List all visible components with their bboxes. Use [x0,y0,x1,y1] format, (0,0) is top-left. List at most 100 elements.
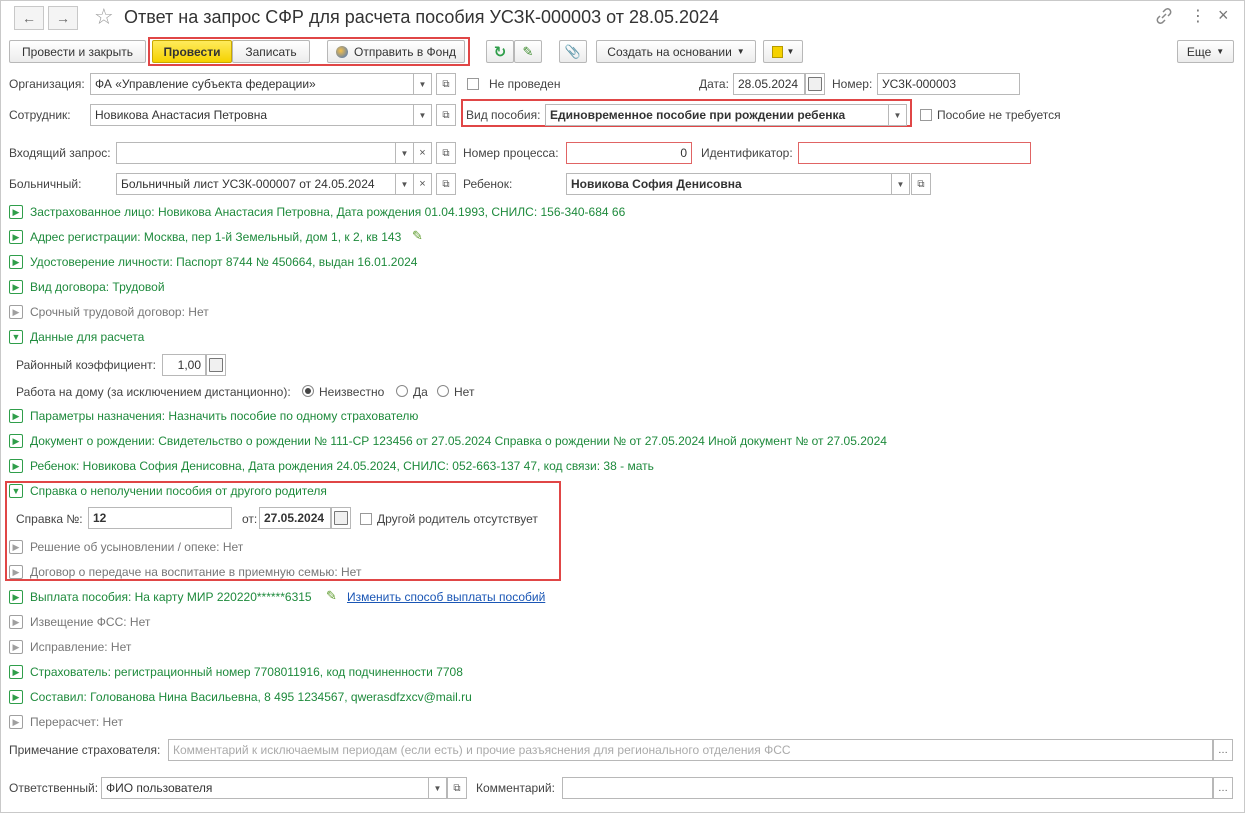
child-dropdown[interactable]: ▼ [892,173,910,195]
expand-foster-button[interactable]: ▶ [9,565,23,579]
process-field[interactable]: 0 [566,142,692,164]
org-label: Организация: [9,77,85,91]
expand-fss-notice-button[interactable]: ▶ [9,615,23,629]
incoming-dropdown[interactable]: ▼ [396,142,414,164]
sick-clear-button[interactable]: × [414,173,432,195]
foster-group-title[interactable]: Договор о передаче на воспитание в прием… [30,565,361,579]
more-button[interactable]: Еще ▼ [1177,40,1234,63]
change-payment-link[interactable]: Изменить способ выплаты пособий [347,590,545,604]
fixed-term-group-title[interactable]: Срочный трудовой договор: Нет [30,305,209,319]
employee-dropdown[interactable]: ▼ [414,104,432,126]
district-coef-calc-button[interactable] [206,354,226,376]
close-icon[interactable]: × [1218,5,1229,26]
home-work-no-radio[interactable] [437,385,449,397]
benefit-kind-field[interactable]: Единовременное пособие при рождении ребе… [545,104,889,126]
create-based-on-button[interactable]: Создать на основании ▼ [596,40,756,63]
number-field[interactable]: УС3К-000003 [877,73,1020,95]
cert-group-title[interactable]: Справка о неполучении пособия от другого… [30,484,327,498]
post-button[interactable]: Провести [152,40,232,63]
responsible-dropdown[interactable]: ▼ [429,777,447,799]
expand-insurer-button[interactable]: ▶ [9,665,23,679]
employee-open-button[interactable]: ⧉ [436,104,456,126]
sick-open-button[interactable]: ⧉ [436,173,456,195]
expand-correction-button[interactable]: ▶ [9,640,23,654]
refresh-button[interactable]: ↻ [486,40,514,63]
post-and-close-button[interactable]: Провести и закрыть [9,40,146,63]
home-work-unknown-radio[interactable] [302,385,314,397]
sick-dropdown[interactable]: ▼ [396,173,414,195]
correction-group-title[interactable]: Исправление: Нет [30,640,131,654]
attach-button[interactable]: 📎 [559,40,587,63]
org-dropdown[interactable]: ▼ [414,73,432,95]
identifier-field[interactable] [798,142,1031,164]
note-field[interactable]: Комментарий к исключаемым периодам (если… [168,739,1213,761]
comment-field[interactable] [562,777,1213,799]
edit-button[interactable]: ✎ [514,40,542,63]
org-open-button[interactable]: ⧉ [436,73,456,95]
send-to-fund-button[interactable]: Отправить в Фонд [327,40,465,63]
author-group-title[interactable]: Составил: Голованова Нина Васильевна, 8 … [30,690,472,704]
expand-adoption-button[interactable]: ▶ [9,540,23,554]
benefit-kind-dropdown[interactable]: ▼ [889,104,907,126]
link-icon[interactable] [1156,8,1172,27]
chevron-right-icon: ▶ [12,566,20,577]
collapse-cert-button[interactable]: ▼ [9,484,23,498]
id-doc-group-title[interactable]: Удостоверение личности: Паспорт 8744 № 4… [30,255,417,269]
forward-button[interactable]: → [48,6,78,30]
date-field[interactable]: 28.05.2024 [733,73,805,95]
expand-fixed-term-button[interactable]: ▶ [9,305,23,319]
expand-author-button[interactable]: ▶ [9,690,23,704]
child-open-button[interactable]: ⧉ [911,173,931,195]
employee-field[interactable]: Новикова Анастасия Петровна [90,104,414,126]
edit-payment-icon[interactable]: ✎ [326,588,337,604]
incoming-open-button[interactable]: ⧉ [436,142,456,164]
payment-group-title[interactable]: Выплата пособия: На карту МИР 220220****… [30,590,312,604]
collapse-calc-data-button[interactable]: ▼ [9,330,23,344]
more-menu-icon[interactable]: ⋮ [1190,6,1206,26]
incoming-clear-button[interactable]: × [414,142,432,164]
params-group-title[interactable]: Параметры назначения: Назначить пособие … [30,409,418,423]
expand-recalc-button[interactable]: ▶ [9,715,23,729]
responsible-open-button[interactable]: ⧉ [447,777,467,799]
date-calendar-button[interactable] [805,73,825,95]
child-field[interactable]: Новикова София Денисовна [566,173,892,195]
district-coef-field[interactable]: 1,00 [162,354,206,376]
benefit-not-required-checkbox[interactable] [920,109,932,121]
expand-params-button[interactable]: ▶ [9,409,23,423]
fss-notice-group-title[interactable]: Извещение ФСС: Нет [30,615,150,629]
comment-expand-button[interactable]: … [1213,777,1233,799]
open-icon: ⧉ [442,147,450,159]
expand-payment-button[interactable]: ▶ [9,590,23,604]
adoption-group-title[interactable]: Решение об усыновлении / опеке: Нет [30,540,243,554]
org-field[interactable]: ФА «Управление субъекта федерации» [90,73,414,95]
address-group-title[interactable]: Адрес регистрации: Москва, пер 1-й Земел… [30,230,401,244]
edit-address-icon[interactable]: ✎ [412,228,423,244]
expand-child-button[interactable]: ▶ [9,459,23,473]
calc-data-group-title[interactable]: Данные для расчета [30,330,144,344]
recalc-group-title[interactable]: Перерасчет: Нет [30,715,123,729]
expand-id-doc-button[interactable]: ▶ [9,255,23,269]
incoming-field[interactable] [116,142,396,164]
expand-insured-button[interactable]: ▶ [9,205,23,219]
other-parent-absent-checkbox[interactable] [360,513,372,525]
birth-doc-group-title[interactable]: Документ о рождении: Свидетельство о рож… [30,434,887,448]
cert-date-calendar-button[interactable] [331,507,351,529]
child-group-title[interactable]: Ребенок: Новикова София Денисовна, Дата … [30,459,654,473]
print-button[interactable]: ▼ [763,40,803,63]
note-expand-button[interactable]: … [1213,739,1233,761]
responsible-field[interactable]: ФИО пользователя [101,777,429,799]
cert-date-field[interactable]: 27.05.2024 [259,507,331,529]
contract-group-title[interactable]: Вид договора: Трудовой [30,280,165,294]
cert-number-field[interactable]: 12 [88,507,232,529]
home-work-yes-radio[interactable] [396,385,408,397]
insurer-group-title[interactable]: Страхователь: регистрационный номер 7708… [30,665,463,679]
expand-address-button[interactable]: ▶ [9,230,23,244]
not-posted-checkbox[interactable] [467,78,479,90]
sick-field[interactable]: Больничный лист УС3К-000007 от 24.05.202… [116,173,396,195]
back-button[interactable]: ← [14,6,44,30]
expand-birth-doc-button[interactable]: ▶ [9,434,23,448]
star-icon[interactable]: ☆ [94,4,114,30]
expand-contract-button[interactable]: ▶ [9,280,23,294]
save-button[interactable]: Записать [232,40,310,63]
insured-group-title[interactable]: Застрахованное лицо: Новикова Анастасия … [30,205,625,219]
